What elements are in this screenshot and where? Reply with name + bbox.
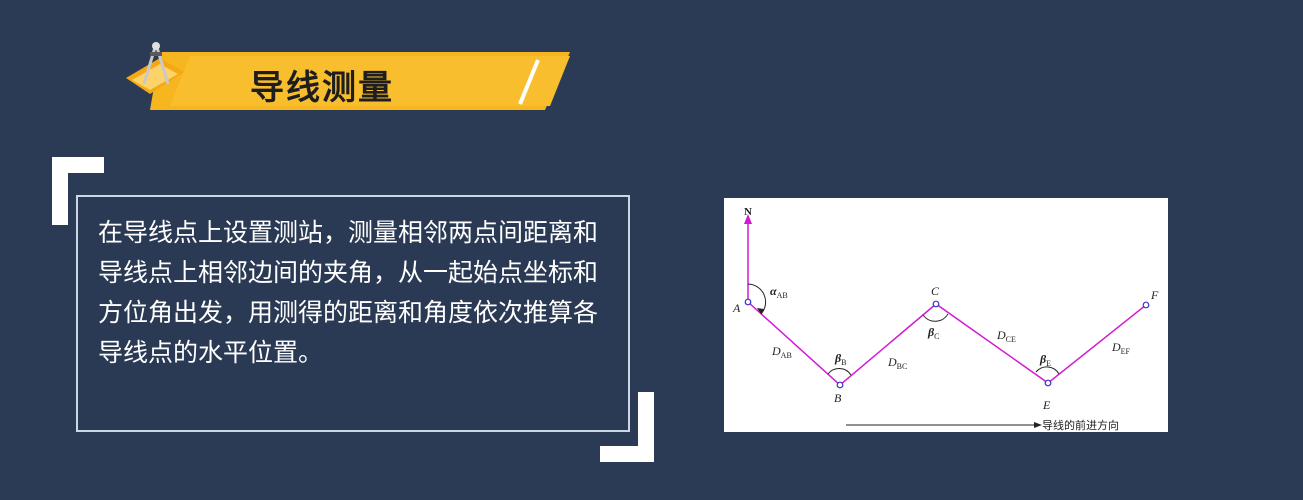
north-label: N (744, 206, 752, 218)
label-e: E (1042, 398, 1051, 412)
point-c (932, 300, 940, 308)
description-text: 在导线点上设置测站，测量相邻两点间距离和导线点上相邻边间的夹角，从一起始点坐标和… (98, 218, 599, 367)
traverse-diagram: N A B C E F αAB DAB DBC DCE DEF βB βC βE… (724, 198, 1168, 432)
distance-label-ab: DAB (771, 344, 792, 360)
description-box: 在导线点上设置测站，测量相邻两点间距离和导线点上相邻边间的夹角，从一起始点坐标和… (76, 195, 630, 432)
label-a: A (732, 301, 741, 315)
point-f (1142, 301, 1150, 309)
angle-label-e: βE (1039, 352, 1051, 368)
direction-label: 导线的前进方向 (1042, 418, 1119, 432)
point-a (744, 298, 752, 306)
corner-bracket-bottom-right (600, 392, 654, 462)
distance-label-ce: DCE (996, 328, 1016, 344)
direction-arrow (846, 422, 1042, 428)
beta-b-arc (827, 367, 852, 376)
title-banner: 导线测量 (150, 52, 570, 110)
angle-label-b: βB (834, 351, 847, 367)
distance-label-ef: DEF (1111, 340, 1131, 356)
distance-label-bc: DBC (887, 355, 907, 371)
label-c: C (931, 284, 940, 298)
traverse-line (747, 301, 1147, 386)
beta-c-arc (922, 313, 949, 322)
point-e (1044, 379, 1052, 387)
north-arrow: N (744, 206, 752, 302)
alpha-label: αAB (770, 284, 788, 300)
drafting-compass-icon (126, 42, 184, 94)
label-b: B (834, 391, 842, 405)
point-b (836, 381, 844, 389)
angle-label-c: βC (927, 325, 940, 341)
page-title: 导线测量 (250, 68, 394, 108)
label-f: F (1150, 288, 1159, 302)
